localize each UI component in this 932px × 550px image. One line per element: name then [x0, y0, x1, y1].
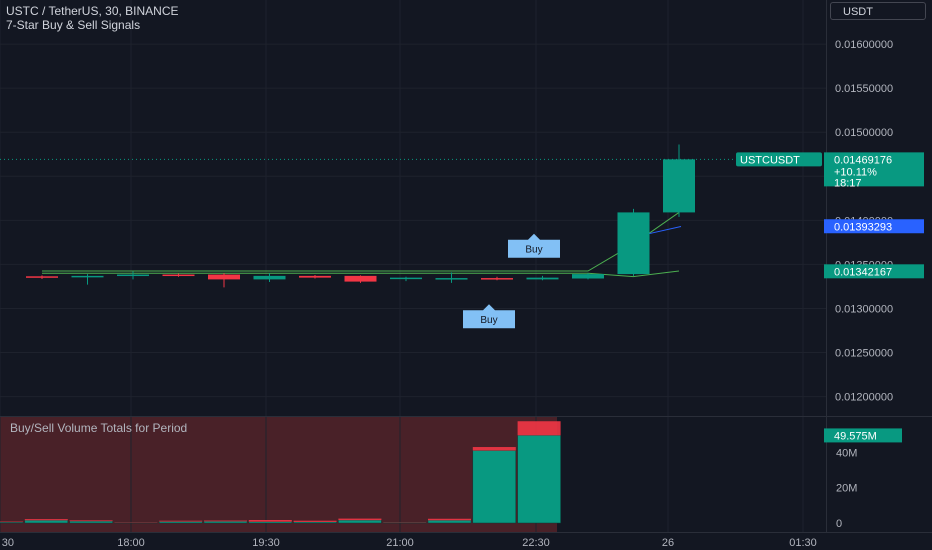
- candle-body: [208, 274, 240, 280]
- volume-bar-buy: [293, 521, 337, 524]
- candle-body: [253, 275, 286, 280]
- volume-bar-sell: [0, 521, 23, 523]
- time-tick-label: 30: [2, 537, 14, 549]
- price-tick-label: 0.01500000: [835, 127, 893, 139]
- price-tick-label: 0.01600000: [835, 39, 893, 51]
- volume-bar-sell: [428, 518, 471, 521]
- volume-bar-buy: [24, 520, 69, 524]
- volume-bar-sell: [338, 518, 382, 521]
- candle-body: [435, 278, 468, 280]
- volume-bar-sell: [293, 520, 337, 522]
- volume-bar-sell: [472, 447, 516, 451]
- volume-bar-sell: [248, 519, 292, 522]
- candle-body: [390, 277, 422, 280]
- buy-signal-label: Buy: [463, 304, 515, 329]
- time-tick-label: 26: [662, 537, 674, 549]
- chart-window: 0.012000000.012500000.013000000.01350000…: [0, 0, 932, 550]
- candle-body: [26, 276, 58, 278]
- volume-bar-sell: [24, 519, 68, 521]
- volume-tick-label: 20M: [836, 483, 857, 495]
- volume-tick-label: 40M: [836, 447, 857, 459]
- green-level-value: 0.01342167: [834, 266, 892, 278]
- candle-body: [572, 274, 604, 279]
- candle-body: [71, 275, 104, 278]
- volume-indicator-title: Buy/Sell Volume Totals for Period: [10, 421, 188, 435]
- candle-body: [481, 278, 513, 280]
- time-tick-label: 19:30: [252, 537, 280, 549]
- volume-bar-buy: [472, 450, 517, 524]
- time-tick-label: 01:30: [789, 537, 817, 549]
- candle-body: [344, 275, 377, 282]
- candle-body: [299, 275, 331, 278]
- volume-bar-sell: [204, 520, 247, 522]
- trading-chart[interactable]: 0.012000000.012500000.013000000.01350000…: [0, 0, 932, 550]
- buy-signal-label: Buy: [508, 233, 560, 258]
- price-tick-label: 0.01200000: [835, 392, 893, 404]
- volume-bar-buy: [338, 519, 382, 524]
- volume-bar-buy: [158, 521, 203, 524]
- symbol-tag-text: USTCUSDT: [740, 154, 800, 166]
- volume-bar-buy: [382, 522, 427, 524]
- symbol-legend[interactable]: USTC / TetherUS, 30, BINANCE: [6, 4, 179, 18]
- volume-bar-sell: [517, 421, 561, 436]
- volume-last-value: 49.575M: [834, 430, 877, 442]
- candle-body: [117, 274, 149, 277]
- candle-body: [526, 277, 559, 280]
- time-tick-label: 18:00: [117, 537, 145, 549]
- indicator-legend[interactable]: 7-Star Buy & Sell Signals: [6, 18, 140, 32]
- candle-body: [162, 274, 195, 277]
- currency-unit-button[interactable]: USDT: [830, 2, 926, 20]
- countdown-timer: 18:17: [834, 177, 862, 189]
- candle-body: [617, 212, 650, 275]
- buy-signal-text: Buy: [480, 315, 497, 326]
- price-tick-label: 0.01300000: [835, 303, 893, 315]
- volume-bar-sell: [159, 520, 203, 522]
- volume-bar-buy: [517, 435, 561, 524]
- volume-bar-buy: [69, 520, 113, 524]
- signal-band-upper: [42, 211, 680, 272]
- price-tick-label: 0.01550000: [835, 83, 893, 95]
- volume-bar-sell: [69, 520, 113, 522]
- price-tick-label: 0.01250000: [835, 348, 893, 360]
- buy-signal-text: Buy: [525, 245, 542, 256]
- volume-bar-buy: [248, 521, 293, 524]
- volume-bar-buy: [0, 521, 24, 524]
- time-tick-label: 21:00: [386, 537, 414, 549]
- blue-level-value: 0.01393293: [834, 221, 892, 233]
- time-tick-label: 22:30: [522, 537, 550, 549]
- volume-tick-label: 0: [836, 518, 842, 530]
- candle-body: [663, 159, 695, 213]
- last-price-value: 0.01469176: [834, 154, 892, 166]
- volume-bar-buy: [203, 521, 248, 524]
- volume-bar-buy: [427, 520, 472, 524]
